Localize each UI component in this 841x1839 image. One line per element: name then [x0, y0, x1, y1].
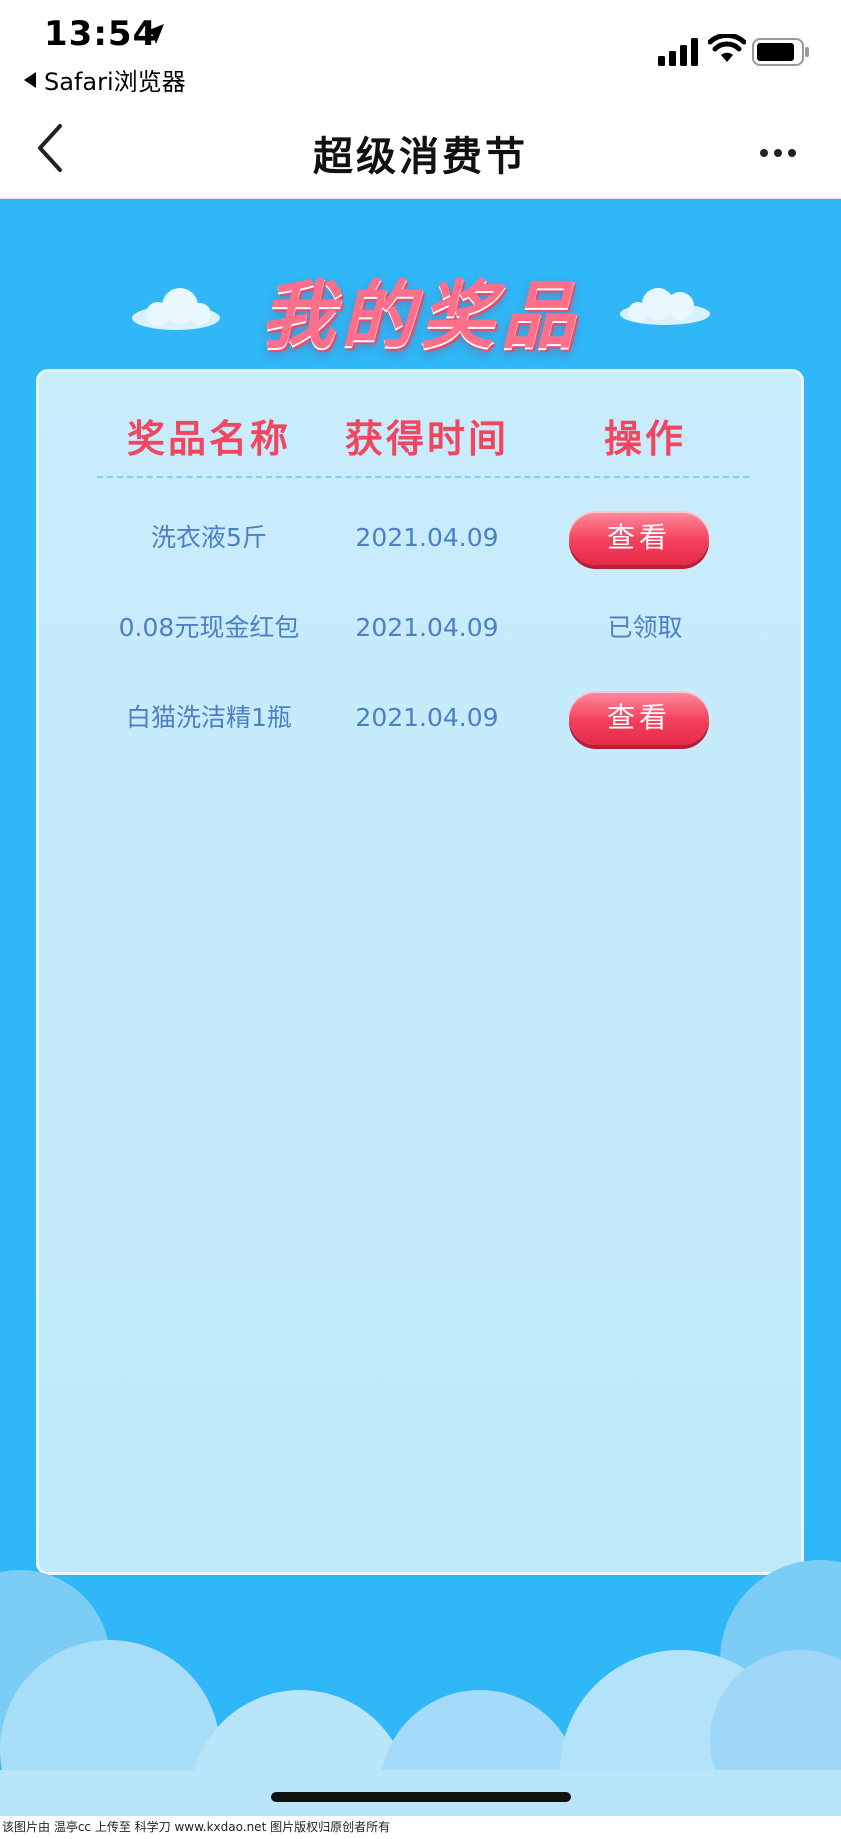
- cloud-icon: [620, 288, 710, 325]
- nav-bar: 超级消费节: [0, 100, 841, 199]
- page-title: 超级消费节: [313, 134, 528, 180]
- status-bar: 13:54 Safari浏览器: [0, 0, 841, 100]
- claimed-status: 已领取: [607, 613, 683, 642]
- home-indicator: [271, 1792, 571, 1802]
- bottom-clouds-decoration: [0, 1560, 841, 1816]
- watermark-text: 该图片由 温亭cc 上传至 科学刀 www.kxdao.net 图片版权归原创者…: [0, 1816, 841, 1839]
- header-obtain-time: 获得时间: [344, 417, 509, 461]
- table-row: 洗衣液5斤 2021.04.09 查看: [39, 508, 801, 568]
- back-to-app-link[interactable]: Safari浏览器: [24, 62, 186, 97]
- header-divider: [97, 476, 749, 478]
- wifi-icon: [708, 34, 746, 62]
- status-time: 13:54: [44, 14, 158, 54]
- my-prizes-heading: 我的奖品: [260, 273, 581, 359]
- prize-name: 0.08元现金红包: [118, 613, 300, 642]
- more-icon[interactable]: [760, 142, 804, 157]
- signal-icon: [658, 38, 698, 66]
- header-prize-name: 奖品名称: [126, 417, 291, 461]
- prize-time: 2021.04.09: [355, 613, 499, 642]
- location-arrow-icon: [144, 24, 164, 44]
- table-header: 奖品名称 获得时间 操作: [39, 408, 801, 468]
- table-row: 0.08元现金红包 2021.04.09 已领取: [39, 598, 801, 658]
- view-button[interactable]: 查看: [569, 691, 709, 745]
- prize-time: 2021.04.09: [355, 523, 499, 552]
- prize-card: 奖品名称 获得时间 操作 洗衣液5斤 2021.04.09 查看 0.08元现金…: [36, 369, 804, 1575]
- prize-time: 2021.04.09: [355, 703, 499, 732]
- view-button[interactable]: 查看: [569, 511, 709, 565]
- header-action: 操作: [603, 417, 686, 461]
- prize-name: 洗衣液5斤: [151, 523, 267, 552]
- table-row: 白猫洗洁精1瓶 2021.04.09 查看: [39, 688, 801, 748]
- prize-name: 白猫洗洁精1瓶: [126, 703, 292, 732]
- battery-icon: [752, 38, 809, 66]
- back-app-label: Safari浏览器: [44, 68, 186, 96]
- back-triangle-icon: [24, 72, 36, 88]
